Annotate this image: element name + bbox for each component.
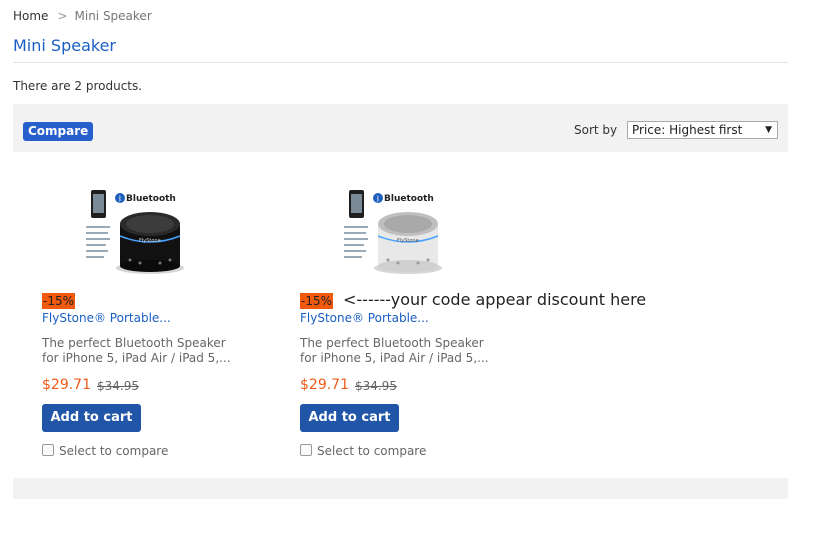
sort-select[interactable]: Price: Highest first ▼ [627,121,778,139]
select-to-compare-checkbox[interactable]: Select to compare [42,444,168,458]
add-to-cart-button[interactable]: Add to cart [42,404,141,432]
product-card: ᛒ Bluetooth FlyStone -15% <------your co… [300,166,680,466]
select-to-compare-label: Select to compare [317,444,427,458]
breadcrumb-current: Mini Speaker [74,9,152,23]
image-caption: Bluetooth [126,194,176,204]
discount-badge: -15% [42,293,76,309]
product-image[interactable]: ᛒ Bluetooth FlyStone [82,176,202,281]
product-price: $29.71 [300,377,349,393]
sort-selected-value: Price: Highest first [632,123,743,137]
image-caption: Bluetooth [384,194,434,204]
checkbox-icon[interactable] [300,444,312,456]
compare-button[interactable]: Compare [23,122,94,141]
product-card: ᛒ Bluetooth FlyStone -15% FlyStone® Port… [42,166,292,466]
checkbox-icon[interactable] [42,444,54,456]
add-to-cart-button[interactable]: Add to cart [300,404,399,432]
product-name-link[interactable]: FlyStone® Portable... [42,311,171,325]
product-toolbar: Compare Sort by Price: Highest first ▼ [13,104,788,152]
product-description: The perfect Bluetooth Speaker for iPhone… [300,336,489,365]
product-old-price: $34.95 [97,379,139,393]
product-count: There are 2 products. [13,79,143,93]
svg-text:FlyStone: FlyStone [139,238,161,244]
select-to-compare-label: Select to compare [59,444,169,458]
svg-text:FlyStone: FlyStone [397,238,419,244]
product-image[interactable]: ᛒ Bluetooth FlyStone [340,176,460,281]
breadcrumb-separator: > [57,9,68,23]
dropdown-arrow-icon: ▼ [765,125,772,135]
product-old-price: $34.95 [355,379,397,393]
product-description: The perfect Bluetooth Speaker for iPhone… [42,336,231,365]
speaker-image-silver: ᛒ Bluetooth FlyStone [340,176,460,281]
breadcrumb: Home > Mini Speaker [13,9,152,23]
sort-label: Sort by [574,123,618,137]
breadcrumb-home-link[interactable]: Home [13,9,48,23]
title-divider [13,62,788,63]
product-name-link[interactable]: FlyStone® Portable... [300,311,429,325]
select-to-compare-checkbox[interactable]: Select to compare [300,444,426,458]
discount-badge: -15% [300,293,334,309]
speaker-image-black: ᛒ Bluetooth FlyStone [82,176,202,281]
svg-text:ᛒ: ᛒ [376,195,380,203]
page-title: Mini Speaker [13,36,116,55]
product-price: $29.71 [42,377,91,393]
svg-text:ᛒ: ᛒ [118,195,122,203]
discount-annotation: <------your code appear discount here [343,290,647,309]
bottom-toolbar [13,478,788,499]
